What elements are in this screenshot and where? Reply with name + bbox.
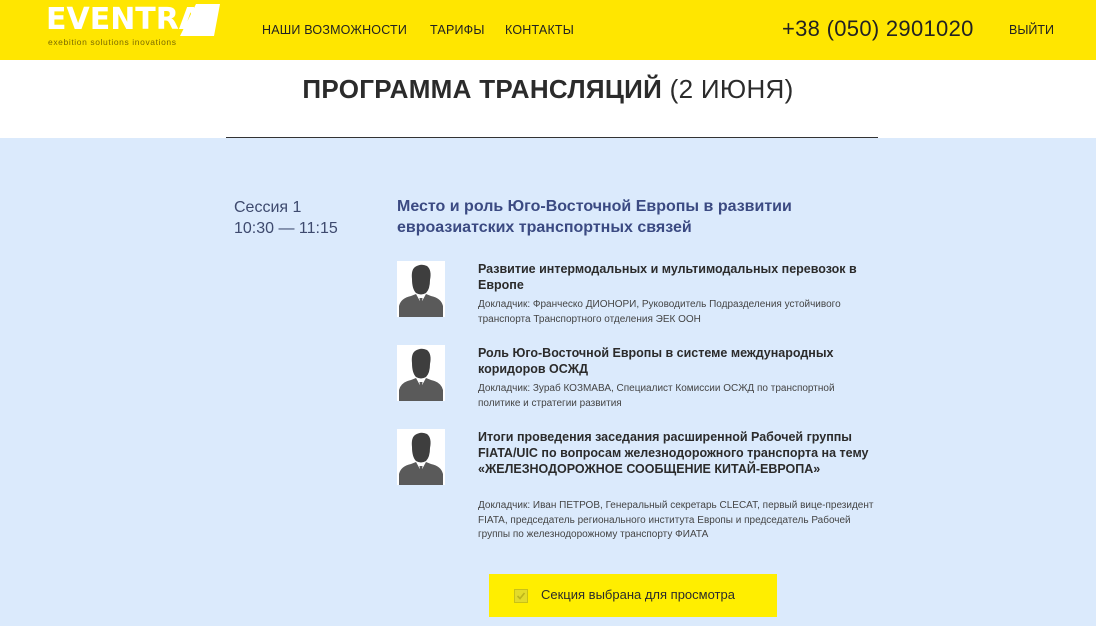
session-title: Место и роль Юго-Восточной Европы в разв…	[397, 198, 792, 236]
logo[interactable]: EVENTRA exebition solutions inovations	[46, 2, 221, 48]
talk-speaker: Докладчик: Иван ПЕТРОВ, Генеральный секр…	[478, 500, 874, 540]
person-placeholder-icon	[397, 261, 445, 317]
page-title-area: ПРОГРАММА ТРАНСЛЯЦИЙ (2 ИЮНЯ)	[0, 60, 1096, 138]
talk-title: Итоги проведения заседания расширенной Р…	[478, 430, 869, 476]
checkbox-checked-icon[interactable]	[514, 589, 528, 603]
phone-number[interactable]: +38 (050) 2901020	[782, 16, 974, 42]
talk-speaker: Докладчик: Франческо ДИОНОРИ, Руководите…	[478, 299, 841, 325]
person-placeholder-icon	[397, 345, 445, 401]
logo-tagline: exebition solutions inovations	[48, 37, 177, 47]
session-label: Сессия 1	[234, 199, 302, 216]
session-time: 10:30 — 11:15	[234, 220, 338, 237]
nav-item-features[interactable]: НАШИ ВОЗМОЖНОСТИ	[262, 23, 407, 37]
page-title-date: (2 ИЮНЯ)	[662, 74, 794, 104]
talk-title: Роль Юго-Восточной Европы в системе межд…	[478, 346, 834, 376]
talk-speaker: Докладчик: Зураб КОЗМАВА, Специалист Ком…	[478, 383, 835, 409]
talk-title: Развитие интермодальных и мультимодальны…	[478, 262, 857, 292]
page-title-main: ПРОГРАММА ТРАНСЛЯЦИЙ	[302, 74, 663, 104]
session-section: Сессия 1 10:30 — 11:15 Место и роль Юго-…	[0, 138, 1096, 626]
person-placeholder-icon	[397, 429, 445, 485]
select-session-button[interactable]: Секция выбрана для просмотра	[489, 574, 777, 617]
logout-link[interactable]: ВЫЙТИ	[1009, 23, 1054, 37]
logo-wordmark: EVENTRA	[46, 2, 203, 37]
top-header: EVENTRA exebition solutions inovations Н…	[0, 0, 1096, 60]
nav-item-contacts[interactable]: КОНТАКТЫ	[505, 23, 574, 37]
select-session-label: Секция выбрана для просмотра	[541, 587, 735, 602]
page-title: ПРОГРАММА ТРАНСЛЯЦИЙ (2 ИЮНЯ)	[0, 74, 1096, 105]
nav-item-pricing[interactable]: ТАРИФЫ	[430, 23, 485, 37]
